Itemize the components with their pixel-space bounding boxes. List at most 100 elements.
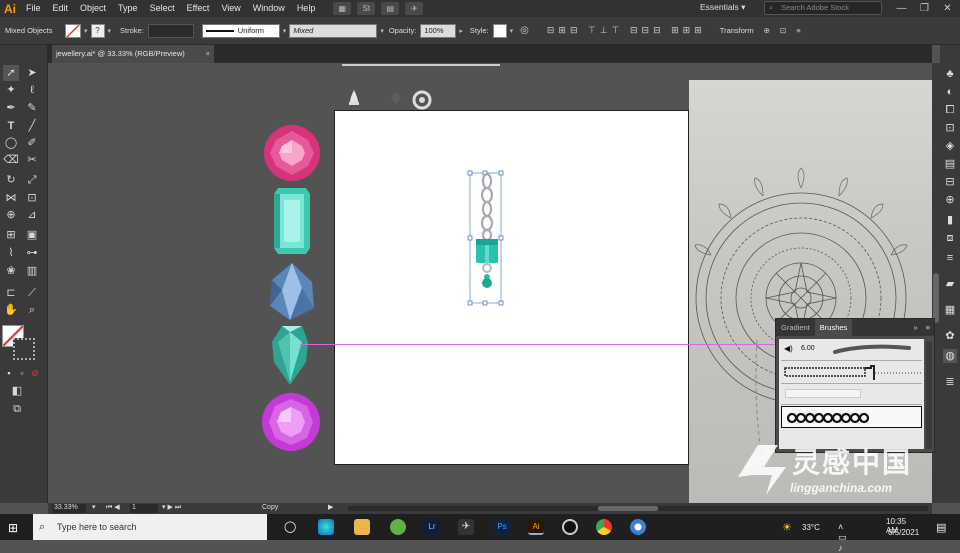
menu-help[interactable]: Help xyxy=(291,0,322,17)
opacity-label[interactable]: Opacity: xyxy=(389,26,417,35)
recolor-icon[interactable]: ◎ xyxy=(520,25,529,36)
direct-selection-tool-icon[interactable]: ➤ xyxy=(24,65,40,81)
illustrator-taskbar-icon[interactable]: Ai xyxy=(528,519,544,535)
zoom-dropdown-icon[interactable]: ▾ xyxy=(92,503,96,511)
menu-file[interactable]: File xyxy=(20,0,47,17)
artboards-panel-icon[interactable]: ⧠ xyxy=(943,103,957,117)
edge-icon[interactable] xyxy=(318,519,334,535)
slice-tool-icon[interactable]: ⟋ xyxy=(24,285,40,301)
app-green-icon[interactable] xyxy=(390,519,406,535)
sapphire-gem-icon[interactable] xyxy=(270,263,314,320)
style-swatch[interactable] xyxy=(492,23,507,38)
document-tab[interactable]: jewellery.ai* @ 33.33% (RGB/Preview) × xyxy=(52,45,214,63)
appearance-panel-icon[interactable]: ▤ xyxy=(943,157,957,171)
gem-symbol-set[interactable] xyxy=(340,84,440,110)
stock-icon[interactable]: St xyxy=(357,2,376,15)
workspace-switcher[interactable]: Essentials ▾ xyxy=(700,2,745,13)
horizontal-scrollbar[interactable] xyxy=(348,506,928,511)
menu-object[interactable]: Object xyxy=(74,0,112,17)
artboard-next-icons[interactable]: ▾▶⏭ xyxy=(162,503,183,512)
opacity-dropdown-icon[interactable]: ▸ xyxy=(459,27,463,35)
ellipse-tool-icon[interactable]: ◯ xyxy=(3,135,19,151)
shape-builder-tool-icon[interactable]: ⊕ xyxy=(3,207,19,223)
magic-wand-tool-icon[interactable]: ✦ xyxy=(3,82,19,98)
free-transform-tool-icon[interactable]: ⊡ xyxy=(24,190,40,206)
scissors-tool-icon[interactable]: ✂ xyxy=(24,152,40,168)
eyedropper-tool-icon[interactable]: ⌇ xyxy=(3,245,19,261)
stroke-dropdown-icon[interactable]: ▾ xyxy=(108,27,112,35)
pen-tool-icon[interactable]: ✒ xyxy=(3,100,19,116)
stock-search-input[interactable]: ⌕ Search Adobe Stock xyxy=(764,1,882,15)
menu-select[interactable]: Select xyxy=(144,0,181,17)
isolate-icons[interactable]: ⊕ ⊡ ≡ xyxy=(764,26,805,35)
align-icons[interactable]: ⊟⊞⊟ ⊤⊥⊤ ⊟⊟⊟ ⊞⊞⊞ xyxy=(547,25,706,36)
amethyst-gem-icon[interactable] xyxy=(262,393,320,451)
brush-dropdown-icon[interactable]: ▾ xyxy=(380,27,384,35)
symbol-sprayer-tool-icon[interactable]: ❀ xyxy=(3,263,19,279)
opacity-field[interactable]: 100% xyxy=(420,23,457,38)
stroke-weight-field[interactable] xyxy=(147,23,194,38)
color-panel-icon[interactable]: ◐ xyxy=(943,85,957,99)
line-tool-icon[interactable]: ╱ xyxy=(24,118,40,134)
scroll-thumb[interactable] xyxy=(933,273,939,323)
menu-effect[interactable]: Effect xyxy=(181,0,216,17)
fill-dropdown-icon[interactable]: ▾ xyxy=(84,27,88,35)
tab-gradient[interactable]: Gradient xyxy=(776,319,815,336)
eraser-tool-icon[interactable]: ⌫ xyxy=(3,152,19,168)
perspective-grid-tool-icon[interactable]: ⊿ xyxy=(24,207,40,223)
paintbrush-tool-icon[interactable]: ✐ xyxy=(24,135,40,151)
photoshop-icon[interactable]: Ps xyxy=(494,519,510,535)
brushes-panel-icon[interactable]: ✿ xyxy=(943,329,957,343)
artboard[interactable] xyxy=(334,110,689,465)
curvature-tool-icon[interactable]: ✎ xyxy=(24,100,40,116)
style-dropdown-icon[interactable]: ▾ xyxy=(510,27,514,35)
stroke-profile-select[interactable]: Uniform xyxy=(201,23,280,38)
windows-start-icon[interactable]: ⊞ xyxy=(8,521,18,535)
layers-panel-icon[interactable]: ◈ xyxy=(943,139,957,153)
brush-list-scrollbar[interactable] xyxy=(926,341,932,449)
draw-mode-icon[interactable]: ◧ xyxy=(9,383,25,399)
graph-tool-icon[interactable]: ▥ xyxy=(24,263,40,279)
libraries-panel-icon[interactable]: ⊕ xyxy=(943,193,957,207)
status-arrow-icon[interactable]: ▶ xyxy=(328,503,333,511)
none-mode-icon[interactable]: ⊘ xyxy=(27,365,43,381)
chrome-profile-icon[interactable] xyxy=(630,519,646,535)
calligraphic-brush-row[interactable]: ◀) 6.00 xyxy=(781,339,922,361)
type-tool-icon[interactable]: T xyxy=(3,118,19,134)
stroke-options-icon[interactable]: ≣ xyxy=(943,375,957,389)
horizontal-scroll-thumb[interactable] xyxy=(598,506,658,511)
arrange-documents-icon[interactable]: ▤ xyxy=(381,2,400,15)
ruby-gem-icon[interactable] xyxy=(264,125,320,181)
pathfinder-panel-icon[interactable]: ⧈ xyxy=(943,231,957,245)
brush-definition-select[interactable]: Mixed xyxy=(289,23,378,38)
align-panel-icon[interactable]: ▮ xyxy=(943,213,957,227)
app-bird-icon[interactable]: ✈ xyxy=(458,519,474,535)
transform-link[interactable]: Transform xyxy=(720,26,754,35)
transparency-panel-icon[interactable]: ◍ xyxy=(943,349,957,363)
mesh-tool-icon[interactable]: ⊞ xyxy=(3,227,19,243)
close-button[interactable]: ✕ xyxy=(936,0,959,17)
menu-view[interactable]: View xyxy=(215,0,246,17)
panel-menu-icon[interactable]: ≡ xyxy=(922,319,934,336)
screen-mode-icon[interactable]: ⧉ xyxy=(9,401,25,417)
width-tool-icon[interactable]: ⋈ xyxy=(3,190,19,206)
fill-swatch[interactable] xyxy=(65,23,81,38)
artboard-tool-icon[interactable]: ⊏ xyxy=(3,285,19,301)
tab-brushes[interactable]: Brushes xyxy=(814,319,853,336)
notifications-icon[interactable]: ▤ xyxy=(936,521,946,534)
menu-edit[interactable]: Edit xyxy=(47,0,75,17)
maximize-button[interactable]: ❐ xyxy=(913,0,936,17)
collapse-panel-icon[interactable]: » xyxy=(909,319,921,336)
weather-temp[interactable]: 33°C xyxy=(802,523,820,532)
chrome-icon[interactable] xyxy=(596,519,612,535)
emerald-drop-gem-icon[interactable] xyxy=(272,326,308,385)
gpu-icon[interactable]: ✈ xyxy=(405,2,424,15)
minimize-button[interactable]: — xyxy=(890,0,913,17)
symbols-panel-icon[interactable]: ♣ xyxy=(943,67,957,81)
taskbar-search-input[interactable]: ⌕ Type here to search xyxy=(33,514,267,540)
stroke-swatch[interactable]: ? xyxy=(90,23,105,38)
scale-tool-icon[interactable]: ⤢ xyxy=(24,172,40,188)
gradient-tool-icon[interactable]: ▣ xyxy=(24,227,40,243)
graphic-styles-icon[interactable]: ⊟ xyxy=(943,175,957,189)
transform-panel-icon[interactable]: ⊡ xyxy=(943,121,957,135)
